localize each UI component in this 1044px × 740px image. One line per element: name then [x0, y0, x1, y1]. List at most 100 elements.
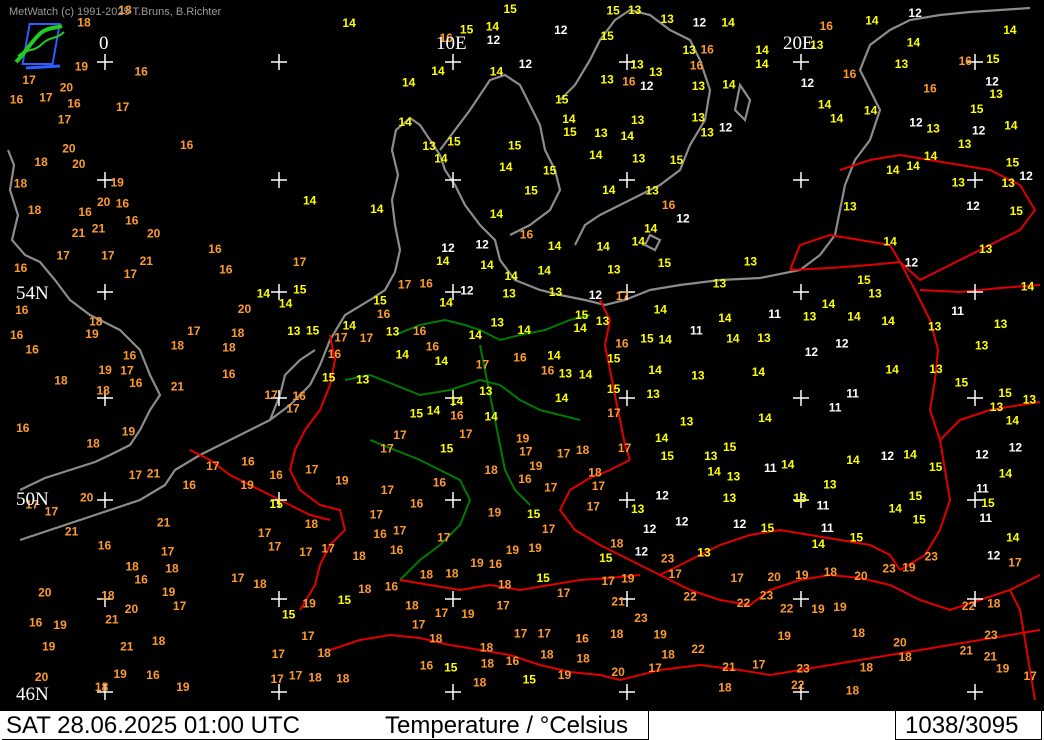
station-temperature-label[interactable]: 15	[555, 93, 569, 107]
station-temperature-label[interactable]: 14	[886, 163, 900, 177]
station-temperature-label[interactable]: 17	[398, 277, 412, 291]
station-temperature-label[interactable]: 14	[648, 363, 662, 377]
station-temperature-label[interactable]: 15	[504, 2, 518, 16]
station-temperature-label[interactable]: 15	[607, 3, 621, 17]
station-temperature-label[interactable]: 18	[14, 176, 28, 190]
station-temperature-label[interactable]: 14	[538, 264, 552, 278]
station-temperature-label[interactable]: 14	[597, 240, 611, 254]
station-temperature-label[interactable]: 21	[157, 516, 171, 530]
station-temperature-label[interactable]: 18	[718, 681, 732, 695]
station-temperature-label[interactable]: 11	[817, 499, 830, 513]
station-temperature-label[interactable]: 18	[540, 648, 554, 662]
station-temperature-label[interactable]: 17	[129, 468, 143, 482]
station-temperature-label[interactable]: 14	[485, 409, 499, 423]
station-temperature-label[interactable]: 15	[575, 308, 589, 322]
station-temperature-label[interactable]: 16	[328, 347, 342, 361]
station-temperature-label[interactable]: 16	[10, 93, 24, 107]
station-temperature-label[interactable]: 17	[305, 463, 319, 477]
station-temperature-label[interactable]: 19	[529, 459, 543, 473]
station-temperature-label[interactable]: 15	[563, 125, 577, 139]
station-temperature-label[interactable]: 16	[222, 367, 236, 381]
station-temperature-label[interactable]: 19	[778, 629, 792, 643]
station-temperature-label[interactable]: 13	[757, 331, 771, 345]
station-temperature-label[interactable]: 22	[962, 599, 976, 613]
station-temperature-label[interactable]: 18	[28, 203, 42, 217]
station-temperature-label[interactable]: 12	[643, 522, 657, 536]
station-temperature-label[interactable]: 15	[1006, 156, 1020, 170]
station-temperature-label[interactable]: 15	[981, 496, 995, 510]
station-temperature-label[interactable]: 14	[846, 453, 860, 467]
station-temperature-label[interactable]: 16	[662, 198, 676, 212]
station-temperature-label[interactable]: 14	[555, 391, 569, 405]
station-temperature-label[interactable]: 20	[97, 195, 111, 209]
station-temperature-label[interactable]: 13	[683, 43, 697, 57]
station-temperature-label[interactable]: 18	[899, 650, 913, 664]
station-temperature-label[interactable]: 18	[445, 567, 459, 581]
station-temperature-label[interactable]: 17	[648, 661, 662, 675]
station-temperature-label[interactable]: 16	[520, 228, 534, 242]
station-temperature-label[interactable]: 13	[843, 199, 857, 213]
station-temperature-label[interactable]: 16	[116, 197, 130, 211]
station-temperature-label[interactable]: 18	[89, 314, 103, 328]
station-temperature-label[interactable]: 15	[998, 386, 1012, 400]
station-temperature-label[interactable]: 16	[420, 659, 434, 673]
station-temperature-label[interactable]: 13	[631, 502, 645, 516]
station-temperature-label[interactable]: 13	[713, 277, 727, 291]
station-temperature-label[interactable]: 15	[607, 351, 621, 365]
station-temperature-label[interactable]: 18	[305, 517, 319, 531]
station-temperature-label[interactable]: 17	[393, 428, 407, 442]
station-temperature-label[interactable]: 20	[62, 142, 76, 156]
station-temperature-label[interactable]: 14	[431, 64, 445, 78]
station-temperature-label[interactable]: 16	[541, 364, 555, 378]
station-temperature-label[interactable]: 14	[547, 349, 561, 363]
station-temperature-label[interactable]: 14	[518, 323, 532, 337]
station-temperature-label[interactable]: 19	[488, 506, 502, 520]
station-temperature-label[interactable]: 14	[579, 368, 593, 382]
station-temperature-label[interactable]: 18	[126, 559, 140, 573]
station-temperature-label[interactable]: 21	[171, 379, 185, 393]
station-temperature-label[interactable]: 17	[258, 526, 272, 540]
station-temperature-label[interactable]: 13	[594, 126, 608, 140]
station-temperature-label[interactable]: 18	[588, 465, 602, 479]
station-temperature-label[interactable]: 12	[835, 336, 849, 350]
station-temperature-label[interactable]: 11	[846, 386, 859, 400]
station-temperature-label[interactable]: 16	[183, 478, 197, 492]
station-temperature-label[interactable]: 14	[721, 15, 735, 29]
station-temperature-label[interactable]: 13	[287, 324, 301, 338]
station-temperature-label[interactable]: 15	[929, 460, 943, 474]
station-temperature-label[interactable]: 14	[548, 239, 562, 253]
station-temperature-label[interactable]: 12	[635, 545, 649, 559]
station-temperature-label[interactable]: 17	[268, 540, 282, 554]
station-temperature-label[interactable]: 17	[187, 324, 201, 338]
station-temperature-label[interactable]: 16	[208, 242, 222, 256]
station-temperature-label[interactable]: 14	[847, 309, 861, 323]
station-temperature-label[interactable]: 13	[895, 57, 909, 71]
station-temperature-label[interactable]: 16	[146, 668, 160, 682]
station-temperature-label[interactable]: 17	[265, 388, 279, 402]
station-temperature-label[interactable]: 19	[85, 327, 99, 341]
station-temperature-label[interactable]: 17	[293, 255, 307, 269]
station-temperature-label[interactable]: 17	[206, 459, 220, 473]
station-temperature-label[interactable]: 17	[752, 657, 766, 671]
station-temperature-label[interactable]: 14	[1021, 279, 1035, 293]
station-temperature-label[interactable]: 18	[165, 562, 179, 576]
station-temperature-label[interactable]: 12	[719, 120, 733, 134]
station-temperature-label[interactable]: 13	[503, 286, 517, 300]
station-temperature-label[interactable]: 13	[727, 470, 741, 484]
station-temperature-label[interactable]: 16	[390, 543, 404, 557]
station-temperature-label[interactable]: 13	[979, 242, 993, 256]
station-temperature-label[interactable]: 14	[589, 148, 603, 162]
station-temperature-label[interactable]: 19	[461, 607, 475, 621]
station-temperature-label[interactable]: 14	[654, 303, 668, 317]
station-temperature-label[interactable]: 17	[668, 567, 682, 581]
station-temperature-label[interactable]: 16	[576, 631, 590, 645]
station-temperature-label[interactable]: 16	[622, 74, 636, 88]
station-temperature-label[interactable]: 17	[435, 606, 449, 620]
station-temperature-label[interactable]: 21	[722, 660, 736, 674]
station-temperature-label[interactable]: 15	[850, 530, 864, 544]
station-temperature-label[interactable]: 18	[846, 684, 860, 698]
station-temperature-label[interactable]: 15	[410, 406, 424, 420]
station-temperature-label[interactable]: 13	[631, 113, 645, 127]
station-temperature-label[interactable]: 12	[881, 449, 895, 463]
station-temperature-label[interactable]: 13	[600, 73, 614, 87]
